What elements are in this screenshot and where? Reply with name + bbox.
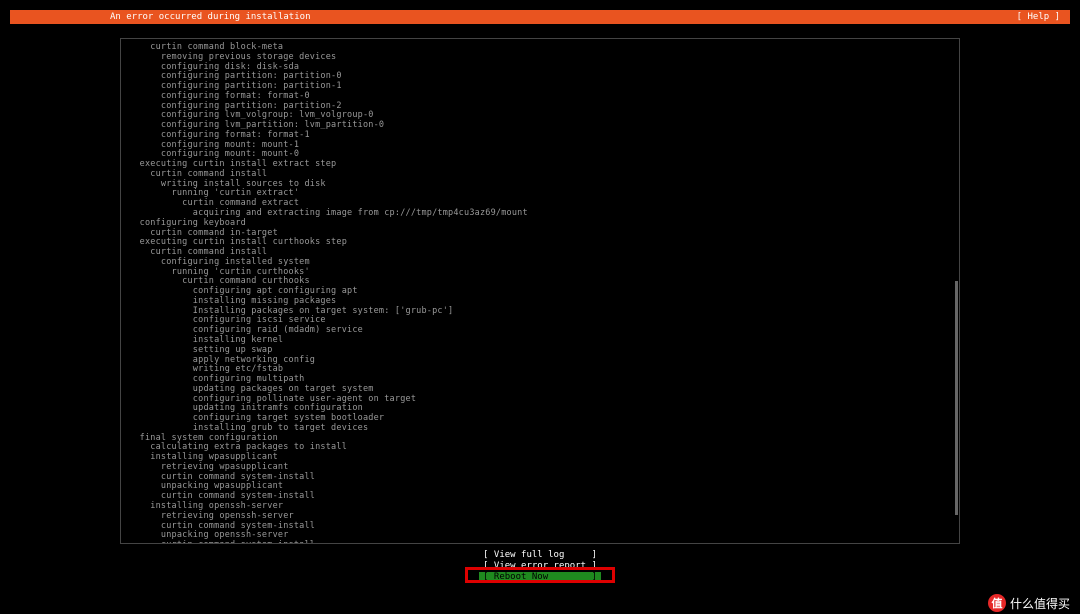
view-full-log-button[interactable]: [ View full log ] [479,550,601,560]
button-row: [ View full log ] [ View error report ] … [10,550,1070,582]
scrollbar-thumb[interactable] [955,281,958,515]
help-link[interactable]: [ Help ] [1017,12,1060,22]
reboot-now-button[interactable]: [ Reboot Now ] [479,572,601,582]
log-line: acquiring and extracting image from cp:/… [129,209,951,219]
header-title: An error occurred during installation [20,12,310,22]
watermark-text: 什么值得买 [1010,595,1070,612]
scrollbar[interactable] [956,47,958,535]
watermark: 值 什么值得买 [988,594,1070,612]
log-line: curtin command system-install [129,541,951,544]
view-error-report-button[interactable]: [ View error report ] [479,561,601,571]
watermark-logo: 值 [988,594,1006,612]
log-panel: curtin command block-meta removing previ… [120,38,960,544]
header-bar: An error occurred during installation [ … [10,10,1070,24]
